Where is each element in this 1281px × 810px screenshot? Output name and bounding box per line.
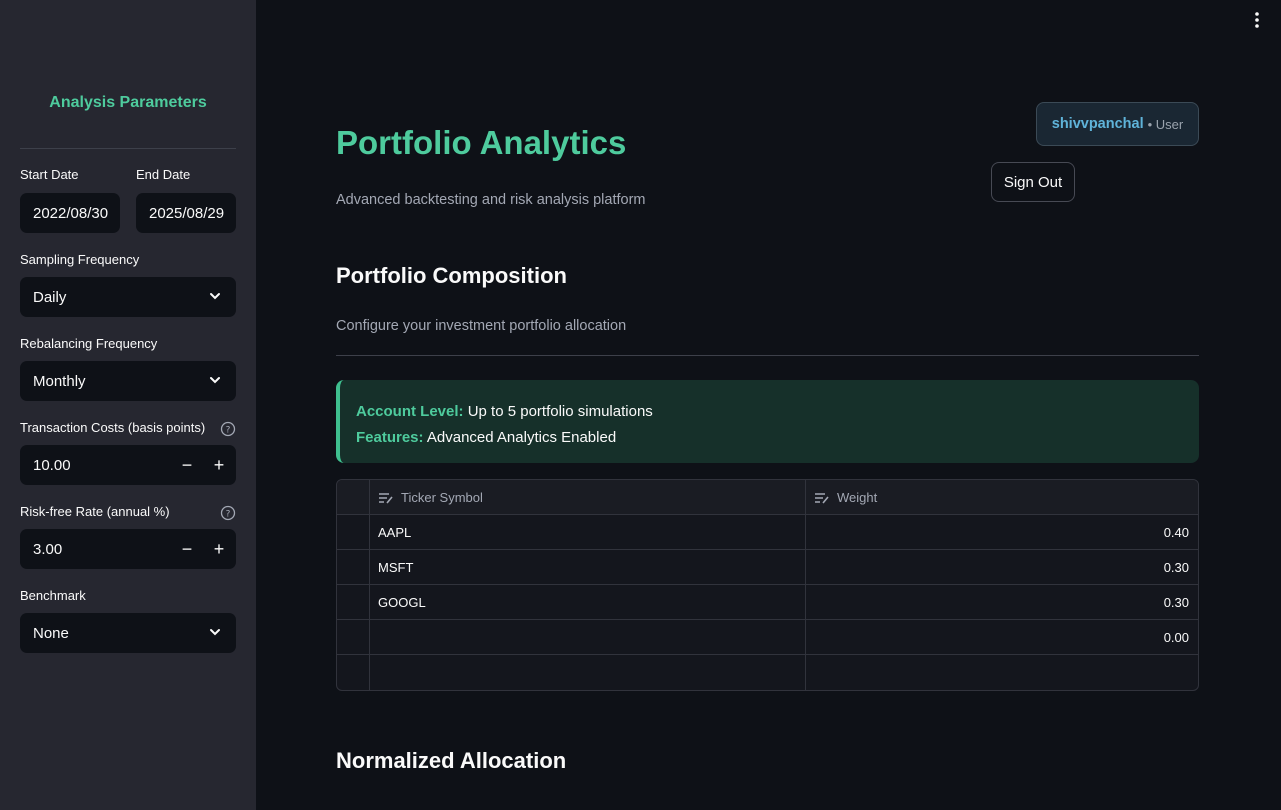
kebab-menu-icon[interactable]	[1247, 10, 1267, 30]
svg-text:?: ?	[226, 426, 231, 436]
sidebar: Analysis Parameters Start Date 2022/08/3…	[0, 0, 256, 810]
edit-column-icon	[815, 492, 829, 504]
decrement-button[interactable]: −	[172, 529, 202, 569]
table-row[interactable]: AAPL 0.40	[337, 515, 1198, 550]
help-icon[interactable]: ?	[220, 421, 236, 437]
row-index[interactable]	[337, 515, 370, 550]
sampling-frequency-label: Sampling Frequency	[20, 252, 140, 267]
chevron-down-icon	[210, 629, 220, 636]
column-header-ticker[interactable]: Ticker Symbol	[370, 480, 806, 515]
table-row[interactable]: 0.00	[337, 620, 1198, 655]
account-info-alert: Account Level: Up to 5 portfolio simulat…	[336, 380, 1199, 463]
benchmark-value: None	[33, 624, 69, 642]
composition-caption: Configure your investment portfolio allo…	[336, 318, 627, 334]
rebalancing-frequency-value: Monthly	[33, 372, 86, 390]
transaction-costs-label: Transaction Costs (basis points)	[20, 420, 206, 435]
account-level-key: Account Level:	[356, 403, 464, 420]
column-header-label: Weight	[837, 490, 878, 505]
edit-column-icon	[379, 492, 393, 504]
weight-cell[interactable]: 0.30	[806, 585, 1198, 620]
chevron-down-icon	[210, 293, 220, 300]
weight-cell[interactable]: 0.00	[806, 620, 1198, 655]
decrement-button[interactable]: −	[172, 445, 202, 485]
ticker-cell[interactable]	[370, 655, 806, 690]
table-row-add[interactable]	[337, 655, 1198, 690]
column-header-label: Ticker Symbol	[401, 490, 483, 505]
ticker-cell[interactable]: GOOGL	[370, 585, 806, 620]
risk-free-rate-label: Risk-free Rate (annual %)	[20, 504, 170, 519]
features-line: Features: Advanced Analytics Enabled	[356, 425, 1199, 451]
section-divider	[336, 355, 1199, 356]
risk-free-rate-input[interactable]: 3.00 − +	[20, 529, 236, 569]
row-index[interactable]	[337, 550, 370, 585]
svg-text:?: ?	[226, 510, 231, 520]
weight-cell[interactable]: 0.40	[806, 515, 1198, 550]
sampling-frequency-select[interactable]: Daily	[20, 277, 236, 317]
row-index[interactable]	[337, 585, 370, 620]
start-date-input[interactable]: 2022/08/30	[20, 193, 120, 233]
app: Analysis Parameters Start Date 2022/08/3…	[0, 0, 1281, 810]
account-level-value: Up to 5 portfolio simulations	[467, 403, 653, 420]
sampling-frequency-value: Daily	[33, 288, 67, 306]
row-index[interactable]	[337, 620, 370, 655]
end-date-label: End Date	[136, 167, 191, 182]
user-badge: shivvpanchal • User	[1036, 102, 1199, 146]
table-row[interactable]: GOOGL 0.30	[337, 585, 1198, 620]
features-key: Features:	[356, 429, 424, 446]
ticker-cell[interactable]	[370, 620, 806, 655]
ticker-cell[interactable]: AAPL	[370, 515, 806, 550]
row-index-header	[337, 480, 370, 515]
chevron-down-icon	[210, 377, 220, 384]
column-header-weight[interactable]: Weight	[806, 480, 1198, 515]
page-subtitle: Advanced backtesting and risk analysis p…	[336, 192, 646, 208]
weight-cell[interactable]: 0.30	[806, 550, 1198, 585]
user-role: • User	[1147, 116, 1184, 132]
features-value: Advanced Analytics Enabled	[426, 429, 617, 446]
increment-button[interactable]: +	[204, 445, 234, 485]
portfolio-table[interactable]: Ticker Symbol Weight AAPL 0.40 MSFT 0.30…	[336, 479, 1199, 691]
sidebar-divider	[20, 148, 236, 149]
transaction-costs-input[interactable]: 10.00 − +	[20, 445, 236, 485]
row-index[interactable]	[337, 655, 370, 690]
table-row[interactable]: MSFT 0.30	[337, 550, 1198, 585]
increment-button[interactable]: +	[204, 529, 234, 569]
composition-heading: Portfolio Composition	[336, 263, 567, 288]
table-header: Ticker Symbol Weight	[337, 480, 1198, 515]
page-title: Portfolio Analytics	[336, 124, 627, 161]
ticker-cell[interactable]: MSFT	[370, 550, 806, 585]
sidebar-title: Analysis Parameters	[49, 94, 207, 111]
rebalancing-frequency-select[interactable]: Monthly	[20, 361, 236, 401]
weight-cell[interactable]	[806, 655, 1198, 690]
account-level-line: Account Level: Up to 5 portfolio simulat…	[356, 399, 1199, 425]
benchmark-label: Benchmark	[20, 588, 86, 603]
rebalancing-frequency-label: Rebalancing Frequency	[20, 336, 158, 351]
end-date-input[interactable]: 2025/08/29	[136, 193, 236, 233]
sign-out-button[interactable]: Sign Out	[991, 162, 1075, 202]
help-icon[interactable]: ?	[220, 505, 236, 521]
normalized-allocation-heading: Normalized Allocation	[336, 748, 567, 773]
transaction-costs-value: 10.00	[33, 456, 71, 474]
user-name: shivvpanchal	[1051, 116, 1144, 132]
risk-free-rate-value: 3.00	[33, 540, 63, 558]
benchmark-select[interactable]: None	[20, 613, 236, 653]
start-date-label: Start Date	[20, 167, 79, 182]
